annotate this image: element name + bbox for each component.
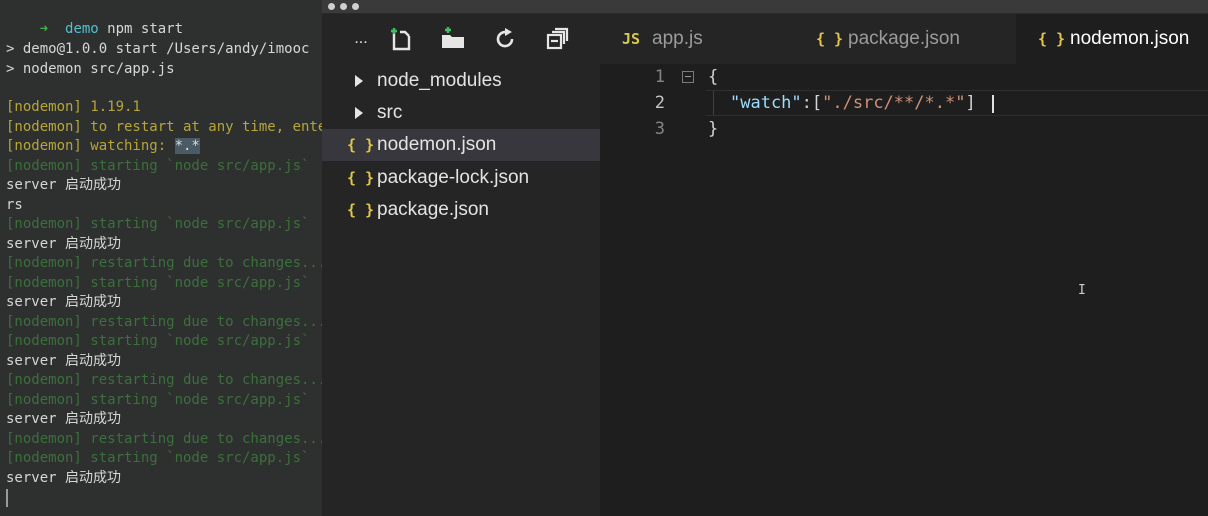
file-explorer-sidebar: ... node_modules src {} nodemon.json {… (322, 14, 600, 516)
close-window-button[interactable] (328, 3, 335, 10)
code-line: { (708, 67, 719, 87)
more-actions-label: ... (354, 30, 368, 47)
tab-app-js[interactable]: JS app.js (600, 14, 796, 64)
tree-item-src[interactable]: src (322, 97, 600, 129)
tree-item-package-json[interactable]: { } package.json (322, 194, 600, 226)
terminal-line: [nodemon] 1.19.1 (6, 99, 141, 115)
chevron-right-icon (355, 75, 363, 87)
line-number: 3 (654, 119, 665, 139)
tree-item-label: nodemon.json (377, 134, 497, 155)
json-punctuation: ] (965, 93, 976, 113)
tab-nodemon-json[interactable]: { } nodemon.json (1016, 14, 1208, 64)
json-file-icon: { } (347, 169, 375, 187)
collapse-all-button[interactable] (542, 24, 572, 54)
line-number: 2 (654, 93, 665, 113)
fold-collapse-icon[interactable] (682, 71, 694, 83)
json-string: "./src/**/*.*" (822, 93, 966, 113)
tab-label: package.json (848, 28, 960, 49)
terminal-line: > demo@1.0.0 start /Users/andy/imooc (6, 41, 310, 57)
tree-item-label: node_modules (377, 70, 502, 91)
prompt-arrow: ➜ (39, 21, 49, 37)
terminal-panel[interactable]: ➜ demo npm start > demo@1.0.0 start /Use… (0, 0, 322, 516)
terminal-line: [nodemon] starting `node src/app.js` (6, 450, 310, 466)
refresh-button[interactable] (490, 24, 520, 54)
tree-item-node-modules[interactable]: node_modules (322, 65, 600, 97)
tab-package-json[interactable]: { } package.json (796, 14, 1016, 64)
json-file-icon: { } (816, 30, 844, 48)
code-line: "watch":["./src/**/*.*"] (730, 90, 976, 116)
terminal-line: [nodemon] starting `node src/app.js` (6, 333, 310, 349)
code-editor[interactable]: 1 2 3 { "watch":["./src/**/*.*"] } I (600, 64, 1208, 516)
tree-item-label: src (377, 102, 403, 123)
terminal-line: [nodemon] starting `node src/app.js` (6, 216, 310, 232)
terminal-watching-label: [nodemon] watching: (6, 138, 175, 154)
ibeam-cursor-icon: I (1078, 283, 1086, 298)
terminal-line: [nodemon] restarting due to changes... (6, 372, 322, 388)
json-file-icon: { } (347, 136, 375, 154)
chevron-right-icon (355, 107, 363, 119)
terminal-line: server 启动成功 (6, 353, 122, 369)
prompt-directory: demo (65, 21, 99, 37)
terminal-line: server 启动成功 (6, 294, 122, 310)
maximize-window-button[interactable] (352, 3, 359, 10)
tree-item-label: package-lock.json (377, 167, 530, 188)
terminal-line: server 启动成功 (6, 236, 122, 252)
refresh-icon (496, 28, 514, 48)
terminal-cursor (6, 489, 8, 507)
indent-guide (713, 91, 714, 115)
tree-item-package-lock-json[interactable]: { } package-lock.json (322, 162, 600, 194)
code-line: } (708, 119, 719, 139)
terminal-line: [nodemon] starting `node src/app.js` (6, 392, 310, 408)
new-folder-button[interactable] (438, 24, 468, 54)
tab-label: nodemon.json (1070, 28, 1190, 49)
json-punctuation: :[ (801, 93, 823, 113)
terminal-line: [nodemon] starting `node src/app.js` (6, 275, 310, 291)
window-titlebar[interactable] (322, 0, 1208, 14)
new-file-button[interactable] (386, 24, 416, 54)
terminal-line: [nodemon] watching: *.* (6, 137, 200, 156)
new-file-icon (391, 28, 411, 51)
new-folder-icon (442, 27, 464, 48)
json-file-icon: { } (347, 201, 375, 219)
terminal-line: [nodemon] restarting due to changes... (6, 314, 322, 330)
collapse-all-icon (546, 27, 569, 50)
terminal-selection: *.* (174, 138, 200, 154)
text-caret (992, 95, 994, 113)
terminal-line: rs (6, 197, 23, 213)
terminal-line: server 启动成功 (6, 470, 122, 486)
tab-label: app.js (652, 28, 703, 49)
terminal-line: [nodemon] restarting due to changes... (6, 255, 322, 271)
tree-item-nodemon-json[interactable]: { } nodemon.json (322, 129, 600, 161)
json-key: "watch" (730, 93, 802, 113)
terminal-line: server 启动成功 (6, 411, 122, 427)
js-file-icon: JS (622, 30, 641, 48)
editor-tab-bar: JS app.js { } package.json { } nodemon.j… (600, 14, 1208, 64)
editor-window: ... node_modules src {} nodemon.json {… (322, 0, 1208, 516)
terminal-line: > nodemon src/app.js (6, 61, 175, 77)
more-actions-button[interactable]: ... (346, 24, 376, 54)
terminal-line: [nodemon] starting `node src/app.js` (6, 158, 310, 174)
minimize-window-button[interactable] (340, 3, 347, 10)
prompt-command: npm start (107, 21, 184, 37)
json-file-icon: { } (1038, 30, 1066, 48)
terminal-line: [nodemon] restarting due to changes... (6, 431, 322, 447)
terminal-line: server 启动成功 (6, 177, 122, 193)
tree-item-label: package.json (377, 199, 489, 220)
terminal-line: [nodemon] to restart at any time, enter … (6, 119, 322, 135)
line-number: 1 (654, 67, 665, 87)
